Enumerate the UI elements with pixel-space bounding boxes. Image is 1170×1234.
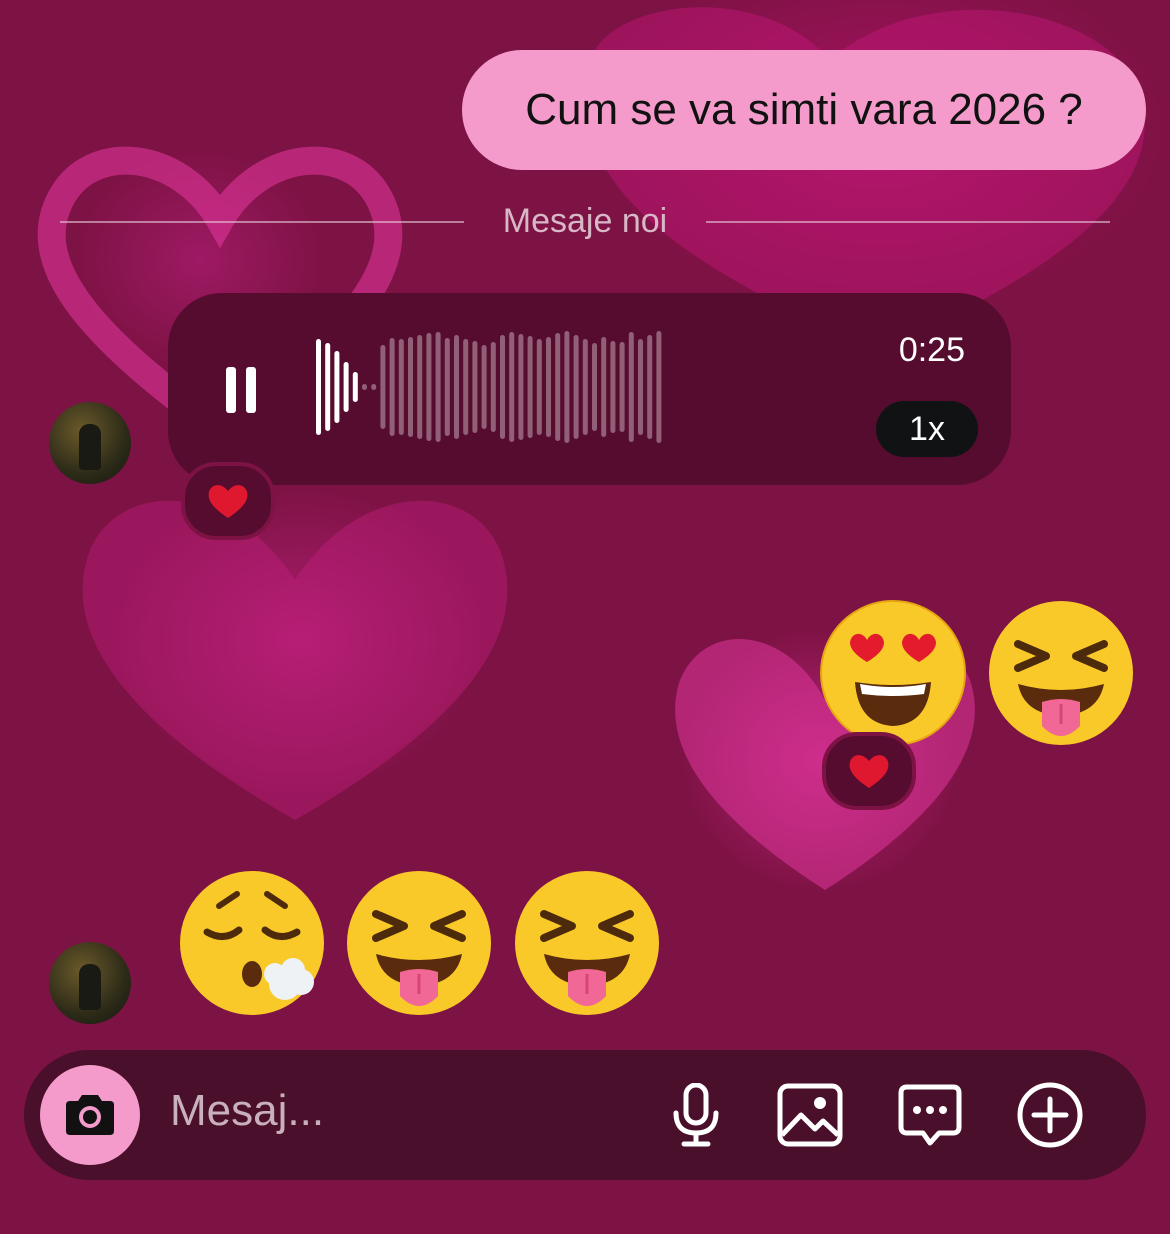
squinting-tongue-emoji[interactable] [346, 870, 492, 1016]
outgoing-message-bubble[interactable]: Cum se va simti vara 2026 ? [462, 50, 1146, 170]
waveform-bar [582, 339, 588, 435]
waveform-bar [417, 335, 423, 439]
waveform-bar [362, 384, 367, 390]
red-heart-icon [208, 485, 248, 518]
reaction-heart-voice[interactable] [181, 462, 275, 540]
waveform-bar [490, 342, 496, 432]
waveform-bar [352, 372, 358, 402]
waveform-bar [472, 341, 478, 433]
waveform-bar [656, 331, 662, 443]
microphone-button[interactable] [661, 1080, 731, 1150]
heart-eyes-emoji[interactable] [820, 600, 966, 746]
waveform-bar [500, 335, 505, 439]
waveform-bar [610, 341, 616, 433]
waveform-bar [601, 337, 607, 437]
camera-icon [66, 1095, 114, 1135]
waveform-bar [481, 345, 487, 429]
waveform-bar [509, 332, 515, 442]
waveform-bar [546, 337, 551, 437]
waveform-bar [371, 384, 377, 390]
waveform-bar [454, 335, 459, 439]
voice-message-bubble[interactable]: 0:25 1x [168, 293, 1011, 485]
background-heart-large [82, 500, 508, 820]
gallery-icon [777, 1083, 843, 1147]
waveform-bar [343, 362, 349, 412]
red-heart-icon [849, 755, 889, 788]
sticker-chat-button[interactable] [895, 1080, 965, 1150]
gallery-button[interactable] [775, 1080, 845, 1150]
waveform-bar [647, 335, 653, 439]
waveform-bar [435, 332, 441, 442]
pause-button[interactable] [226, 367, 256, 413]
waveform-bar [592, 343, 597, 431]
face-exhaling-emoji[interactable] [179, 870, 325, 1016]
waveform-bar [444, 338, 450, 436]
waveform-bar [325, 343, 331, 431]
waveform-bar [316, 339, 321, 435]
waveform-bar [555, 333, 561, 441]
squinting-tongue-emoji[interactable] [988, 600, 1134, 746]
waveform-bar [619, 342, 625, 432]
squinting-tongue-emoji[interactable] [514, 870, 660, 1016]
waveform-bar [527, 336, 533, 438]
waveform-bar [564, 331, 570, 443]
message-composer: Mesaj... [24, 1050, 1146, 1180]
camera-button[interactable] [40, 1065, 140, 1165]
reaction-heart-emoji[interactable] [822, 732, 916, 810]
waveform-bar [334, 351, 340, 423]
waveform-bar [518, 334, 524, 440]
waveform-bar [398, 339, 404, 435]
sticker-chat-icon [898, 1084, 962, 1146]
waveform-bar [426, 333, 432, 441]
waveform-bar [380, 345, 386, 429]
message-input[interactable]: Mesaj... [170, 1086, 324, 1136]
waveform-bar [463, 339, 469, 435]
waveform-bar [638, 339, 643, 435]
plus-icon [1017, 1082, 1083, 1148]
waveform-bar [628, 332, 634, 442]
outgoing-message-text: Cum se va simti vara 2026 ? [525, 85, 1083, 134]
voice-duration: 0:25 [898, 331, 965, 369]
microphone-icon [673, 1083, 719, 1147]
waveform-bar [389, 338, 395, 436]
waveform-bar [573, 335, 579, 439]
add-button[interactable] [1015, 1080, 1085, 1150]
waveform-bar [536, 339, 542, 435]
playback-speed-button[interactable]: 1x [876, 401, 978, 457]
new-messages-label: Mesaje noi [502, 202, 668, 240]
waveform-bar [408, 337, 413, 437]
contact-avatar[interactable] [49, 942, 131, 1024]
contact-avatar[interactable] [49, 402, 131, 484]
audio-waveform[interactable] [312, 327, 852, 447]
